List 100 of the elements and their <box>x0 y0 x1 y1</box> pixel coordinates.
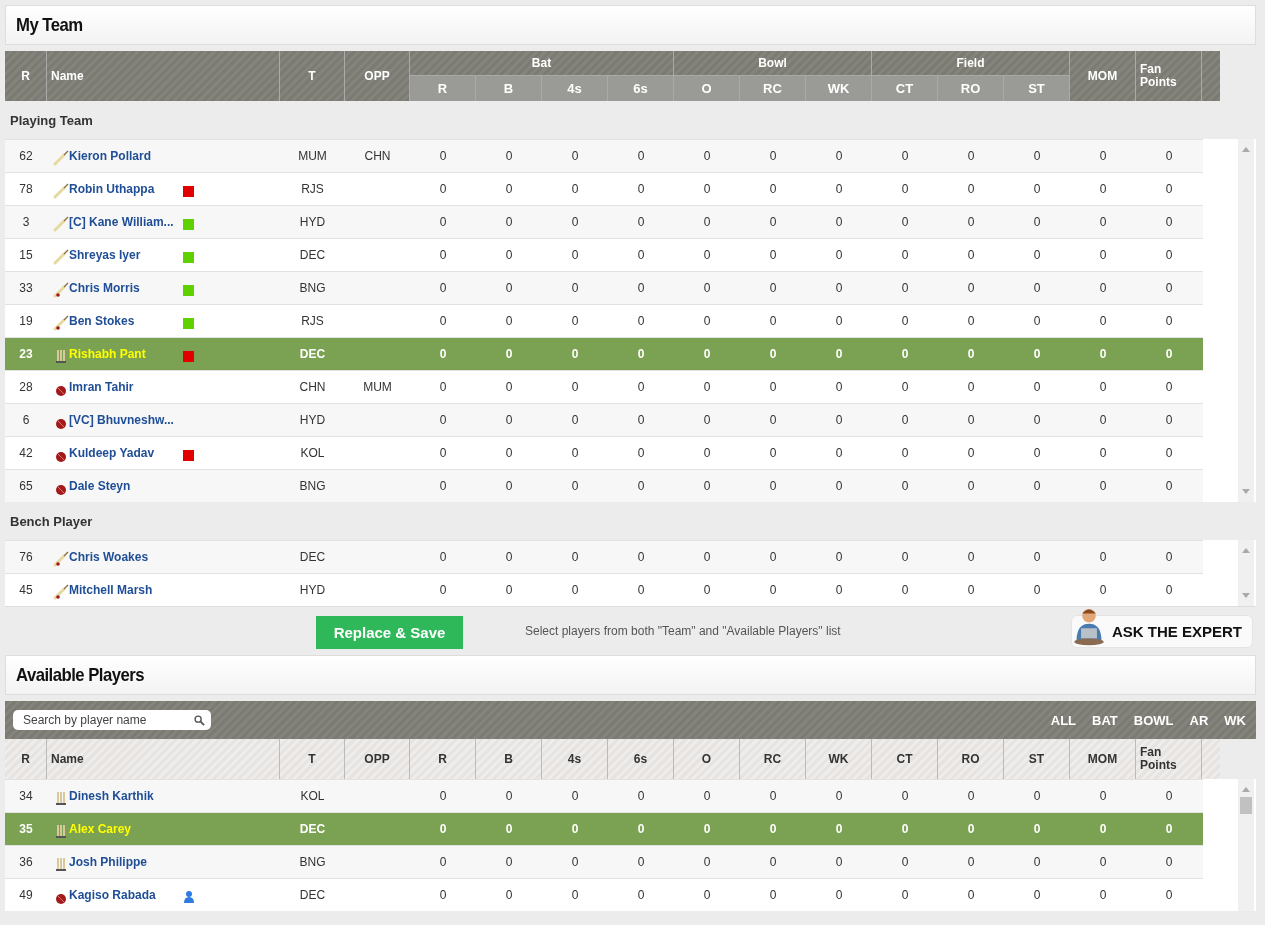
player-name-link[interactable]: Shreyas Iyer <box>69 248 181 262</box>
stat-cell-text: 0 <box>438 821 448 838</box>
filter-tab[interactable]: WK <box>1218 712 1252 728</box>
stat-cell-text: 0 <box>900 247 910 264</box>
stat-cell-text: 0 <box>1032 854 1042 871</box>
column-header: 4s <box>542 76 608 101</box>
team-cell-text: HYD <box>298 214 327 231</box>
stat-cell-text: 0 <box>1164 582 1174 599</box>
stat-cell-text: 0 <box>834 887 844 904</box>
stat-cell-text: 0 <box>702 313 712 330</box>
stat-cell-text: 0 <box>570 214 580 231</box>
search-icon <box>194 714 205 726</box>
stat-cell-text: 0 <box>1098 788 1108 805</box>
stat-cell-text: 0 <box>702 445 712 462</box>
filter-tab[interactable]: AR <box>1183 712 1215 728</box>
player-name-link[interactable]: Robin Uthappa <box>69 182 181 196</box>
stat-cell-text: 0 <box>1098 412 1108 429</box>
stat-cell-text: 0 <box>1032 280 1042 297</box>
stat-cell-text: 0 <box>1032 247 1042 264</box>
person-with-laptop-icon <box>1071 606 1106 646</box>
player-row[interactable]: 3 [C] Kane William... HYD 0 0 0 0 0 0 0 0 0 0 0 0 <box>5 205 1203 238</box>
player-name-link[interactable]: Dale Steyn <box>69 479 181 493</box>
stat-cell-text: 0 <box>504 379 514 396</box>
team-cell-text: KOL <box>299 788 326 805</box>
stat-cell-text: 0 <box>702 788 712 805</box>
player-row[interactable]: 33 Chris Morris BNG 0 0 0 0 0 0 0 0 0 0 0 0 <box>5 271 1203 304</box>
search-field[interactable]: Search by player name <box>13 710 211 730</box>
stat-cell-text: 0 <box>768 821 778 838</box>
team-cell-text: DEC <box>298 821 327 838</box>
stat-cell-text: 0 <box>636 582 646 599</box>
scrollbar[interactable] <box>1238 139 1254 502</box>
team-cell-text: BNG <box>298 280 327 297</box>
scrollbar[interactable] <box>1238 540 1254 606</box>
player-row[interactable]: 36 Josh Philippe BNG 0 0 0 0 0 0 0 0 0 0 0 0 <box>5 845 1203 878</box>
player-name-link[interactable]: Chris Woakes <box>69 550 181 564</box>
stat-cell-text: 0 <box>966 854 976 871</box>
stat-cell-text: 0 <box>504 788 514 805</box>
player-row[interactable]: 34 Dinesh Karthik KOL 0 0 0 0 0 0 0 0 0 0 0 0 <box>5 779 1203 812</box>
stat-cell-text: 0 <box>1098 181 1108 198</box>
filter-tab[interactable]: BAT <box>1086 712 1124 728</box>
player-name-link[interactable]: Mitchell Marsh <box>69 583 181 597</box>
stat-cell-text: 0 <box>504 214 514 231</box>
player-name-link[interactable]: Ben Stokes <box>69 314 181 328</box>
player-row[interactable]: 62 Kieron Pollard MUM CHN 0 0 0 0 0 0 0 0 0 0 0 0 <box>5 139 1203 172</box>
stat-cell-text: 0 <box>834 148 844 165</box>
team-cell-text: BNG <box>298 478 327 495</box>
player-row[interactable]: 65 Dale Steyn BNG 0 0 0 0 0 0 0 0 0 0 0 0 <box>5 469 1203 502</box>
player-name-link[interactable]: Imran Tahir <box>69 380 181 394</box>
column-header: RC <box>740 76 806 101</box>
stat-cell-text: 0 <box>768 247 778 264</box>
stat-cell-text: 0 <box>1032 788 1042 805</box>
bat-and-ball-icon <box>53 315 69 331</box>
stat-cell-text: 0 <box>1164 821 1174 838</box>
player-name-link[interactable]: Kagiso Rabada <box>69 888 181 902</box>
stat-cell-text: 0 <box>1098 346 1108 363</box>
filter-tab[interactable]: BOWL <box>1127 712 1180 728</box>
stat-cell-text: 0 <box>438 280 448 297</box>
player-name-link[interactable]: [C] Kane William... <box>69 215 181 229</box>
stat-cell-text: 0 <box>834 346 844 363</box>
player-name-link[interactable]: Kuldeep Yadav <box>69 446 181 460</box>
stat-cell-text: 0 <box>900 445 910 462</box>
filter-tab[interactable]: ALL <box>1044 712 1083 728</box>
player-name-link[interactable]: Dinesh Karthik <box>69 789 181 803</box>
stat-cell-text: 0 <box>504 412 514 429</box>
player-name-link[interactable]: Kieron Pollard <box>69 149 181 163</box>
stat-cell-text: 0 <box>504 280 514 297</box>
stat-cell-text: 0 <box>966 478 976 495</box>
opponent-cell-text: MUM <box>362 379 393 396</box>
column-header: 6s <box>608 76 674 101</box>
stat-cell-text: 0 <box>834 412 844 429</box>
stat-cell-text: 0 <box>636 788 646 805</box>
stat-cell-text: 0 <box>438 887 448 904</box>
stat-cell-text: 0 <box>834 821 844 838</box>
player-name-link[interactable]: Chris Morris <box>69 281 181 295</box>
stat-cell-text: 0 <box>768 412 778 429</box>
stat-cell-text: 0 <box>570 148 580 165</box>
stat-cell-text: 0 <box>504 582 514 599</box>
stat-cell-text: 0 <box>438 214 448 231</box>
stat-cell-text: 0 <box>702 247 712 264</box>
stat-cell-text: 0 <box>1164 788 1174 805</box>
stat-cell-text: 0 <box>1032 549 1042 566</box>
stat-cell-text: 0 <box>570 313 580 330</box>
scrollbar[interactable] <box>1238 779 1254 911</box>
stat-cell-text: 0 <box>900 821 910 838</box>
stat-cell-text: 0 <box>504 478 514 495</box>
stat-cell-text: 0 <box>438 346 448 363</box>
stat-cell-text: 0 <box>1098 821 1108 838</box>
player-name-link[interactable]: Josh Philippe <box>69 855 181 869</box>
stat-cell-text: 0 <box>570 247 580 264</box>
player-name-link[interactable]: [VC] Bhuvneshw... <box>69 413 181 427</box>
bat-and-ball-icon <box>53 584 69 600</box>
stat-cell-text: 0 <box>1032 379 1042 396</box>
player-row[interactable]: 76 Chris Woakes DEC 0 0 0 0 0 0 0 0 0 0 0 0 <box>5 540 1203 573</box>
stat-cell-text: 0 <box>834 582 844 599</box>
stat-cell-text: 0 <box>636 478 646 495</box>
stat-cell-text: 0 <box>900 854 910 871</box>
stat-cell-text: 0 <box>768 445 778 462</box>
player-row[interactable]: 6 [VC] Bhuvneshw... HYD 0 0 0 0 0 0 0 0 0 0 0 0 <box>5 403 1203 436</box>
stat-cell-text: 0 <box>702 280 712 297</box>
stat-cell-text: 0 <box>1098 445 1108 462</box>
